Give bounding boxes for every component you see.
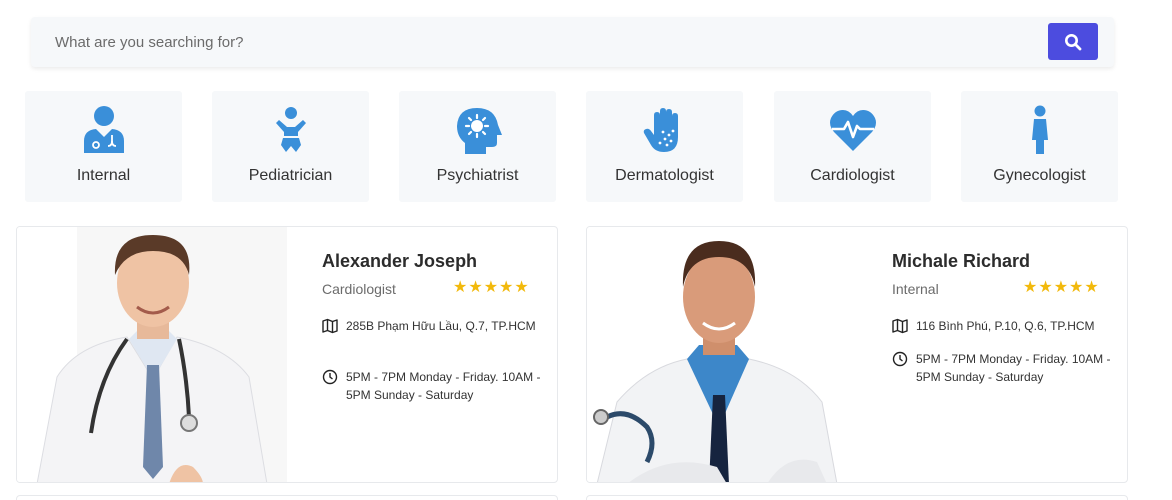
clock-icon — [322, 369, 338, 385]
category-label: Internal — [76, 167, 131, 184]
doctor-hours: 5PM - 7PM Monday - Friday. 10AM - 5PM Su… — [892, 350, 1122, 386]
category-label: Gynecologist — [993, 167, 1086, 184]
clock-icon — [892, 351, 908, 367]
map-icon — [892, 318, 908, 334]
category-label: Pediatrician — [248, 167, 333, 184]
hours-text: 5PM - 7PM Monday - Friday. 10AM - 5PM Su… — [346, 370, 541, 402]
search-bar — [31, 17, 1114, 67]
category-pediatrician[interactable]: Pediatrician — [212, 91, 369, 202]
doctor-card-partial — [586, 495, 1128, 500]
doctor-photo — [17, 227, 287, 482]
address-text: 285B Phạm Hữu Lầu, Q.7, TP.HCM — [346, 319, 536, 333]
map-icon — [322, 318, 338, 334]
search-button[interactable] — [1048, 23, 1098, 60]
rating-stars: ★★★★★ — [453, 279, 530, 296]
baby-icon — [275, 107, 306, 152]
doctor-specialty: Cardiologist — [322, 281, 396, 297]
doctor-icon — [83, 106, 124, 153]
category-cardiologist[interactable]: Cardiologist — [774, 91, 931, 202]
doctor-hours: 5PM - 7PM Monday - Friday. 10AM - 5PM Su… — [322, 368, 552, 404]
category-label: Psychiatrist — [436, 167, 519, 184]
category-internal[interactable]: Internal — [25, 91, 182, 202]
category-gynecologist[interactable]: Gynecologist — [961, 91, 1118, 202]
category-dermatologist[interactable]: Dermatologist — [586, 91, 743, 202]
category-label: Cardiologist — [810, 167, 895, 184]
doctor-photo — [587, 227, 857, 482]
address-text: 116 Bình Phú, P.10, Q.6, TP.HCM — [916, 319, 1095, 333]
doctor-specialty: Internal — [892, 281, 939, 297]
hours-text: 5PM - 7PM Monday - Friday. 10AM - 5PM Su… — [916, 352, 1111, 384]
search-icon — [1065, 33, 1082, 50]
doctor-address: 116 Bình Phú, P.10, Q.6, TP.HCM — [892, 317, 1122, 335]
doctor-card-partial — [16, 495, 558, 500]
heart-pulse-icon — [829, 110, 876, 151]
head-brain-icon — [456, 108, 502, 154]
female-icon — [1031, 105, 1048, 154]
hand-skin-icon — [643, 108, 678, 152]
doctor-card[interactable]: Alexander Joseph Cardiologist ★★★★★ 285B… — [16, 226, 558, 483]
doctor-name: Michale Richard — [892, 251, 1031, 271]
doctor-address: 285B Phạm Hữu Lầu, Q.7, TP.HCM — [322, 317, 552, 335]
category-label: Dermatologist — [615, 167, 714, 184]
category-psychiatrist[interactable]: Psychiatrist — [399, 91, 556, 202]
search-input[interactable] — [43, 25, 1033, 59]
doctor-card[interactable]: Michale Richard Internal ★★★★★ 116 Bình … — [586, 226, 1128, 483]
doctor-name: Alexander Joseph — [322, 251, 478, 271]
rating-stars: ★★★★★ — [1023, 279, 1100, 296]
